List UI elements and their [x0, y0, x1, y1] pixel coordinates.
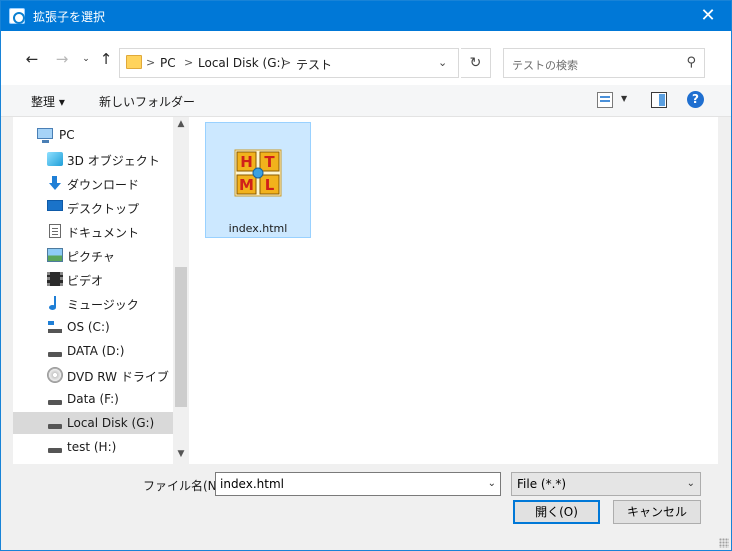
drive-icon: [47, 416, 63, 430]
svg-text:L: L: [265, 176, 275, 194]
title-bar[interactable]: 拡張子を選択 ✕: [1, 1, 731, 31]
command-bar: 整理 ▾ 新しいフォルダー ▼ ?: [1, 85, 731, 117]
sidebar-item-videos[interactable]: ビデオ: [13, 268, 173, 290]
sidebar-item-label: ピクチャ: [67, 250, 115, 264]
drive-icon: [47, 392, 63, 406]
sidebar-item-label: 3D オブジェクト: [67, 154, 160, 168]
filetype-select[interactable]: File (*.*) ⌄: [511, 472, 701, 496]
scroll-down-icon[interactable]: ▼: [173, 449, 189, 459]
breadcrumb-pc[interactable]: PC: [160, 56, 176, 70]
picture-icon: [47, 248, 63, 262]
sidebar-item-label: DATA (D:): [67, 344, 125, 358]
folder-icon: [126, 55, 142, 69]
breadcrumb-test[interactable]: テスト: [296, 56, 332, 73]
chevron-down-icon[interactable]: ⌄: [687, 478, 695, 489]
sidebar-item-label: ドキュメント: [67, 226, 140, 240]
sidebar-item-local-disk-g[interactable]: Local Disk (G:): [13, 412, 173, 434]
download-icon: [47, 176, 63, 190]
app-icon: [9, 8, 25, 24]
svg-text:T: T: [264, 153, 275, 171]
sidebar-item-label: ビデオ: [67, 274, 104, 288]
sidebar-item-label: ダウンロード: [67, 178, 140, 192]
breadcrumb-separator[interactable]: >: [282, 56, 291, 69]
help-icon[interactable]: ?: [687, 91, 704, 108]
search-placeholder: テストの検索: [512, 59, 578, 72]
3d-objects-icon: [47, 152, 63, 166]
sidebar-item-dvd-e[interactable]: DVD RW ドライブ (E:): [13, 364, 189, 386]
file-item-index-html[interactable]: H T M L index.html: [205, 122, 311, 238]
filename-input[interactable]: index.html ⌄: [215, 472, 501, 496]
svg-text:H: H: [240, 153, 253, 171]
dvd-drive-icon: [47, 367, 63, 383]
drive-icon: [47, 344, 63, 358]
navigation-pane[interactable]: PC 3D オブジェクト ダウンロード デスクトップ ドキュメント ピクチャ ビ…: [13, 117, 189, 464]
document-icon: [49, 224, 61, 238]
pane-border: [718, 117, 731, 464]
sidebar-item-data-f[interactable]: Data (F:): [13, 388, 173, 410]
sidebar-item-label: デスクトップ: [67, 202, 140, 216]
filename-value: index.html: [220, 477, 284, 491]
sidebar-item-label: ミュージック: [67, 298, 139, 312]
window-title: 拡張子を選択: [33, 10, 106, 24]
sidebar-item-label: Local Disk (G:): [67, 416, 155, 430]
forward-arrow-icon[interactable]: →: [51, 48, 73, 70]
sidebar-scrollbar[interactable]: ▲ ▼: [173, 117, 189, 464]
bottom-panel: ファイル名(N): index.html ⌄ File (*.*) ⌄ 開く(O…: [1, 464, 731, 550]
breadcrumb-separator[interactable]: >: [146, 56, 155, 69]
close-button[interactable]: ✕: [685, 1, 731, 31]
resize-grip-icon[interactable]: [719, 538, 729, 548]
drive-icon: [47, 440, 63, 454]
sidebar-item-os-c[interactable]: OS (C:): [13, 316, 173, 338]
svg-text:M: M: [239, 176, 254, 194]
refresh-icon[interactable]: ↻: [461, 48, 491, 78]
cancel-button[interactable]: キャンセル: [613, 500, 701, 524]
sidebar-item-data-d[interactable]: DATA (D:): [13, 340, 173, 362]
sidebar-item-label: test (H:): [67, 440, 117, 454]
sidebar-item-label: Data (F:): [67, 392, 119, 406]
desktop-icon: [47, 200, 63, 211]
breadcrumb-separator[interactable]: >: [184, 56, 193, 69]
scroll-up-icon[interactable]: ▲: [173, 119, 189, 129]
sidebar-item-test-h[interactable]: test (H:): [13, 436, 173, 458]
sidebar-item-pc[interactable]: PC: [13, 124, 173, 146]
os-drive-icon: [47, 320, 63, 334]
breadcrumb-local-disk[interactable]: Local Disk (G:): [198, 56, 285, 70]
file-dialog-window: 拡張子を選択 ✕ ← → ⌄ ↑ > PC > Local Disk (G:) …: [0, 0, 732, 551]
sidebar-item-3d-objects[interactable]: 3D オブジェクト: [13, 148, 173, 170]
pc-icon: [37, 128, 53, 143]
sidebar-item-music[interactable]: ミュージック: [13, 292, 173, 314]
sidebar-item-label: DVD RW ドライブ (E:): [67, 370, 189, 384]
up-arrow-icon[interactable]: ↑: [95, 48, 117, 70]
sidebar-item-label: OS (C:): [67, 320, 110, 334]
file-list-pane[interactable]: H T M L index.html: [189, 117, 718, 464]
sidebar-item-pictures[interactable]: ピクチャ: [13, 244, 173, 266]
video-icon: [47, 272, 63, 286]
view-icon[interactable]: [597, 92, 613, 108]
file-name-label: index.html: [228, 222, 288, 235]
address-row: ← → ⌄ ↑ > PC > Local Disk (G:) > テスト ⌄ ↻…: [1, 31, 731, 85]
music-icon: [47, 296, 63, 310]
sidebar-item-label: PC: [59, 128, 75, 142]
new-folder-button[interactable]: 新しいフォルダー: [99, 93, 195, 110]
preview-pane-icon[interactable]: [651, 92, 667, 108]
chevron-down-icon[interactable]: ⌄: [438, 56, 447, 69]
search-input[interactable]: テストの検索 ⚲: [503, 48, 705, 78]
html-file-icon: H T M L: [234, 149, 282, 197]
open-button[interactable]: 開く(O): [513, 500, 600, 524]
address-bar[interactable]: > PC > Local Disk (G:) > テスト ⌄: [119, 48, 459, 78]
organize-button[interactable]: 整理 ▾: [31, 93, 65, 110]
filename-label: ファイル名(N):: [143, 479, 226, 493]
chevron-down-icon[interactable]: ⌄: [488, 478, 496, 489]
search-icon[interactable]: ⚲: [686, 55, 696, 70]
back-arrow-icon[interactable]: ←: [21, 48, 43, 70]
scrollbar-thumb[interactable]: [175, 267, 187, 407]
recent-locations-icon[interactable]: ⌄: [75, 48, 97, 70]
sidebar-item-downloads[interactable]: ダウンロード: [13, 172, 173, 194]
sidebar-item-documents[interactable]: ドキュメント: [13, 220, 173, 242]
filetype-value: File (*.*): [517, 477, 567, 491]
sidebar-item-desktop[interactable]: デスクトップ: [13, 196, 173, 218]
chevron-down-icon[interactable]: ▼: [621, 94, 637, 110]
